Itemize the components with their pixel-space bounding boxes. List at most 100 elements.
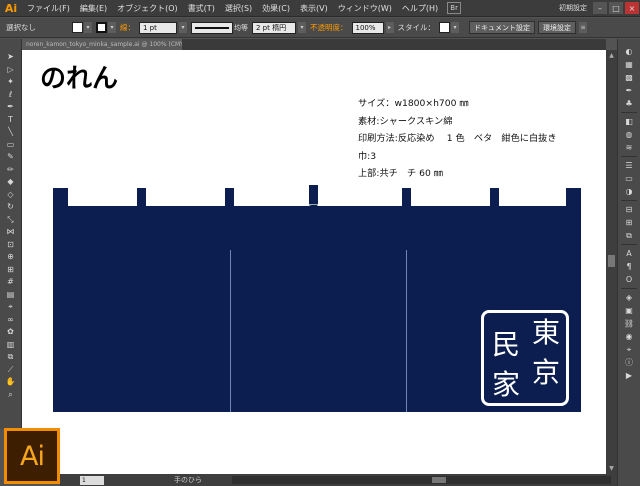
rotate-tool-icon[interactable]: ↻ [4, 202, 18, 213]
canvas-area[interactable]: のれん サイズ：w1800×h700 ㎜ 素材:シャークスキン綿 印刷方法:反応… [22, 50, 606, 474]
paintbrush-tool-icon[interactable]: ✎ [4, 152, 18, 163]
stroke-weight-dropdown-icon[interactable]: ▾ [179, 22, 187, 33]
direct-selection-tool-icon[interactable]: ▷ [4, 65, 18, 76]
lasso-tool-icon[interactable]: ℓ [4, 90, 18, 101]
maximize-icon[interactable]: □ [609, 2, 623, 14]
scroll-down-icon[interactable]: ▼ [608, 465, 615, 472]
color-panel-icon[interactable]: ◐ [623, 47, 636, 57]
status-tool-text[interactable]: 手のひら [174, 475, 202, 485]
scroll-up-icon[interactable]: ▲ [608, 52, 615, 59]
gradient-tool-icon[interactable]: ▤ [4, 290, 18, 301]
graphic-styles-icon[interactable]: ◧ [623, 117, 636, 127]
vertical-scrollbar[interactable]: ▲ ▼ [606, 50, 617, 474]
blob-brush-tool-icon[interactable]: ◆ [4, 177, 18, 188]
layers-stack-icon[interactable]: ◈ [623, 293, 636, 303]
menu-help[interactable]: ヘルプ(H) [397, 0, 443, 17]
workspace-switcher[interactable]: 初期設定 [554, 3, 592, 13]
stroke-weight-field[interactable]: 1 pt [139, 21, 177, 34]
stroke-label[interactable]: 線： [120, 22, 135, 33]
menu-file[interactable]: ファイル(F) [22, 0, 75, 17]
selection-tool-icon[interactable]: ➤ [4, 52, 18, 63]
blend-tool-icon[interactable]: ∞ [4, 315, 18, 326]
perspective-grid-tool-icon[interactable]: ⊞ [4, 265, 18, 276]
free-transform-tool-icon[interactable]: ⊡ [4, 240, 18, 251]
fill-dropdown-icon[interactable]: ▾ [84, 22, 92, 33]
menu-edit[interactable]: 編集(E) [75, 0, 112, 17]
menu-effect[interactable]: 効果(C) [257, 0, 295, 17]
hand-tool-icon[interactable]: ✋ [4, 377, 18, 388]
stroke-panel-icon[interactable]: ☰ [623, 161, 636, 171]
slice-tool-icon[interactable]: ⟋ [4, 365, 18, 376]
pathfinder-panel-icon[interactable]: ⧉ [623, 231, 636, 241]
opacity-field[interactable]: 100% [351, 21, 384, 34]
brushes-panel-icon[interactable]: ✒ [623, 86, 636, 96]
close-icon[interactable]: × [625, 2, 639, 14]
zoom-tool-icon[interactable]: ⌕ [4, 390, 18, 401]
document-setup-button[interactable]: ドキュメント設定 [469, 21, 535, 34]
paragraph-panel-icon[interactable]: ¶ [623, 262, 636, 272]
magic-wand-tool-icon[interactable]: ✦ [4, 77, 18, 88]
character-panel-icon[interactable]: A [623, 249, 636, 259]
color-guide-icon[interactable]: ▦ [623, 60, 636, 70]
width-tool-icon[interactable]: ⋈ [4, 227, 18, 238]
menu-type[interactable]: 書式(T) [183, 0, 220, 17]
gradient-panel-icon[interactable]: ▭ [623, 174, 636, 184]
info-panel-icon[interactable]: ⓘ [623, 358, 636, 368]
pencil-tool-icon[interactable]: ✏ [4, 165, 18, 176]
opacity-label[interactable]: 不透明度： [310, 22, 348, 33]
panel-menu-icon[interactable]: ≡ [579, 22, 587, 33]
rectangle-tool-icon[interactable]: ▭ [4, 140, 18, 151]
preferences-button[interactable]: 環境設定 [538, 21, 576, 34]
menu-window[interactable]: ウィンドウ(W) [333, 0, 397, 17]
stroke-profile-preview[interactable] [191, 21, 233, 34]
seal-logo: 民 家 東 京 [481, 310, 569, 406]
menu-object[interactable]: オブジェクト(O) [112, 0, 183, 17]
symbols-panel-icon[interactable]: ♣ [623, 99, 636, 109]
transform-panel-icon[interactable]: ⊞ [623, 218, 636, 228]
artboards-panel-icon[interactable]: ▣ [623, 306, 636, 316]
opacity-dropdown-icon[interactable]: ▸ [385, 22, 394, 33]
navigator-icon[interactable]: ⌖ [623, 345, 636, 355]
brush-dropdown-icon[interactable]: ▾ [298, 22, 306, 33]
stroke-dropdown-icon[interactable]: ▾ [108, 22, 116, 33]
shape-builder-tool-icon[interactable]: ⊕ [4, 252, 18, 263]
stroke-swatch[interactable] [96, 22, 107, 33]
actions-panel-icon[interactable]: ▶ [623, 371, 636, 381]
type-tool-icon[interactable]: T [4, 115, 18, 126]
eraser-tool-icon[interactable]: ◇ [4, 190, 18, 201]
vertical-scroll-thumb[interactable] [608, 255, 615, 267]
brush-field[interactable]: 2 pt 楕円 [252, 21, 296, 34]
opentype-panel-icon[interactable]: O [623, 275, 636, 285]
image-trace-icon[interactable]: ◉ [623, 332, 636, 342]
artboard[interactable]: のれん サイズ：w1800×h700 ㎜ 素材:シャークスキン綿 印刷方法:反応… [22, 50, 606, 474]
pen-tool-icon[interactable]: ✒ [4, 102, 18, 113]
noren-slit [406, 250, 407, 412]
swatches-panel-icon[interactable]: ▩ [623, 73, 636, 83]
panel-dock: ◐ ▦ ▩ ✒ ♣ ◧ ◍ ≋ ☰ ▭ ◑ ⊟ ⊞ ⧉ A ¶ O ◈ ▣ ⛓ … [617, 39, 640, 486]
artboard-tool-icon[interactable]: ⧉ [4, 352, 18, 363]
bridge-icon[interactable]: Br [447, 2, 462, 14]
horizontal-scroll-thumb[interactable] [432, 477, 446, 483]
transparency-panel-icon[interactable]: ◑ [623, 187, 636, 197]
fill-swatch[interactable] [72, 22, 83, 33]
symbol-sprayer-tool-icon[interactable]: ✿ [4, 327, 18, 338]
minimize-icon[interactable]: – [593, 2, 607, 14]
stroke-profile-label[interactable]: 均等 [234, 23, 248, 33]
scale-tool-icon[interactable]: ⤡ [4, 215, 18, 226]
mesh-tool-icon[interactable]: # [4, 277, 18, 288]
line-tool-icon[interactable]: ╲ [4, 127, 18, 138]
artboard-number-field[interactable]: 1 [80, 475, 104, 485]
links-panel-icon[interactable]: ⛓ [623, 319, 636, 329]
column-graph-tool-icon[interactable]: ▥ [4, 340, 18, 351]
layers-panel-icon[interactable]: ≋ [623, 143, 636, 153]
style-dropdown-icon[interactable]: ▾ [451, 22, 459, 33]
status-bar: 1 手のひら [60, 474, 617, 486]
menu-select[interactable]: 選択(S) [220, 0, 257, 17]
horizontal-scrollbar[interactable] [232, 476, 611, 484]
appearance-panel-icon[interactable]: ◍ [623, 130, 636, 140]
document-tab[interactable]: noren_kamon_tokyo_minka_sample.ai @ 100%… [22, 39, 182, 50]
menu-view[interactable]: 表示(V) [295, 0, 333, 17]
eyedropper-tool-icon[interactable]: ⌖ [4, 302, 18, 313]
style-swatch[interactable] [439, 22, 450, 33]
align-panel-icon[interactable]: ⊟ [623, 205, 636, 215]
